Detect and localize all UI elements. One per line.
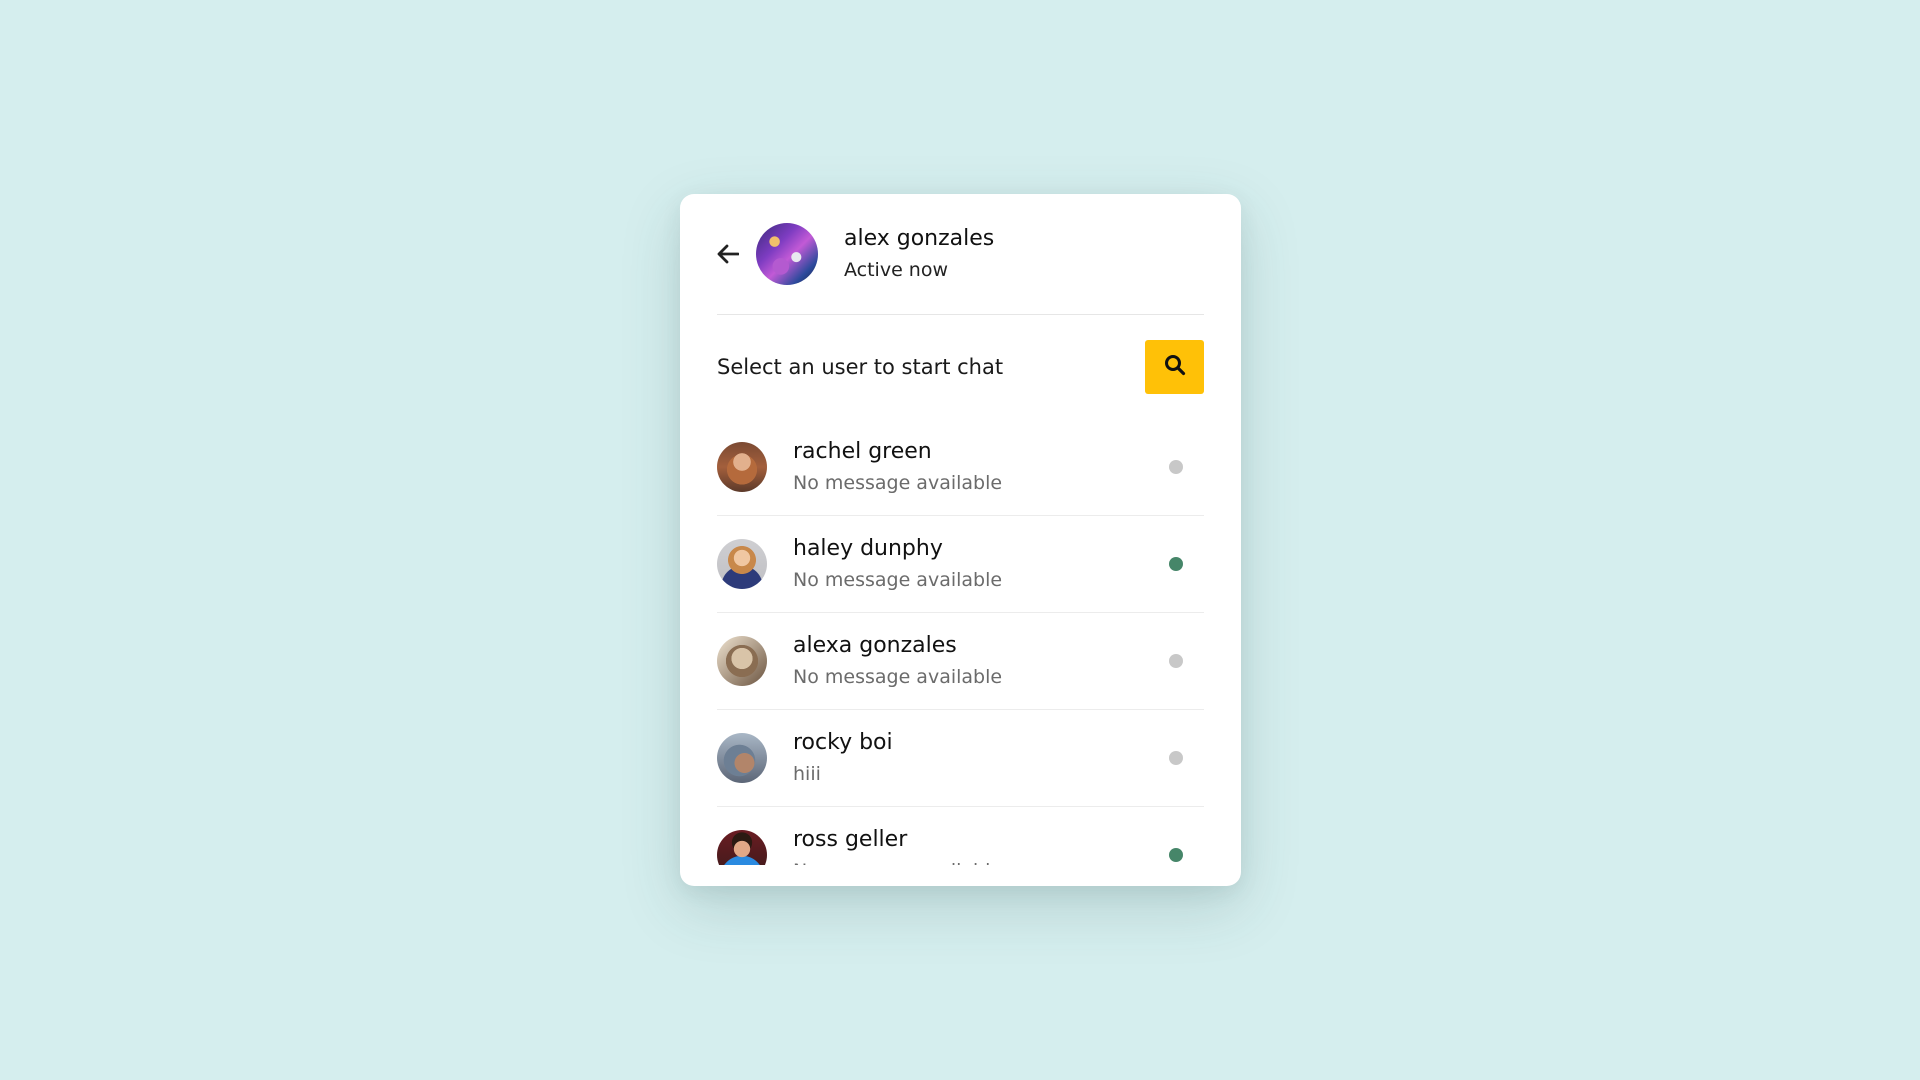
- user-last-message: No message available: [793, 857, 1002, 865]
- avatar: [717, 636, 767, 686]
- avatar: [756, 223, 818, 285]
- status-dot-offline: [1169, 460, 1183, 474]
- user-details: rocky boi hiii: [793, 728, 893, 788]
- status-dot-online: [1169, 557, 1183, 571]
- avatar: [717, 830, 767, 865]
- search-label: Select an user to start chat: [717, 355, 1004, 379]
- user-details: alexa gonzales No message available: [793, 631, 1002, 691]
- search-bar: Select an user to start chat: [717, 315, 1204, 419]
- user-name: haley dunphy: [793, 536, 943, 561]
- avatar: [717, 539, 767, 589]
- user-row[interactable]: rocky boi hiii: [717, 710, 1204, 807]
- user-details: haley dunphy No message available: [793, 534, 1002, 594]
- user-name: rocky boi: [793, 730, 893, 755]
- current-user-status: Active now: [844, 259, 949, 281]
- arrow-left-icon[interactable]: [717, 243, 739, 265]
- status-dot-online: [1169, 848, 1183, 862]
- header-details: alex gonzales Active now: [844, 224, 994, 284]
- user-last-message: No message available: [793, 666, 1003, 688]
- user-last-message: hiii: [793, 763, 821, 785]
- current-user-name: alex gonzales: [844, 226, 995, 251]
- chat-users-panel: alex gonzales Active now Select an user …: [680, 194, 1241, 886]
- search-button[interactable]: [1145, 340, 1204, 394]
- user-name: alexa gonzales: [793, 633, 957, 658]
- status-dot-offline: [1169, 654, 1183, 668]
- user-details: rachel green No message available: [793, 437, 1002, 497]
- user-last-message: No message available: [793, 472, 1003, 494]
- user-row[interactable]: ross geller No message available: [717, 807, 1204, 865]
- user-row[interactable]: haley dunphy No message available: [717, 516, 1204, 613]
- status-dot-offline: [1169, 751, 1183, 765]
- user-name: rachel green: [793, 439, 932, 464]
- search-icon: [1164, 354, 1186, 380]
- user-last-message: No message available: [793, 569, 1003, 591]
- chat-header: alex gonzales Active now: [717, 194, 1204, 315]
- avatar: [717, 442, 767, 492]
- user-name: ross geller: [793, 827, 908, 852]
- user-row[interactable]: alexa gonzales No message available: [717, 613, 1204, 710]
- user-details: ross geller No message available: [793, 825, 1002, 865]
- users-list: rachel green No message available haley …: [717, 419, 1204, 865]
- avatar: [717, 733, 767, 783]
- user-row[interactable]: rachel green No message available: [717, 419, 1204, 516]
